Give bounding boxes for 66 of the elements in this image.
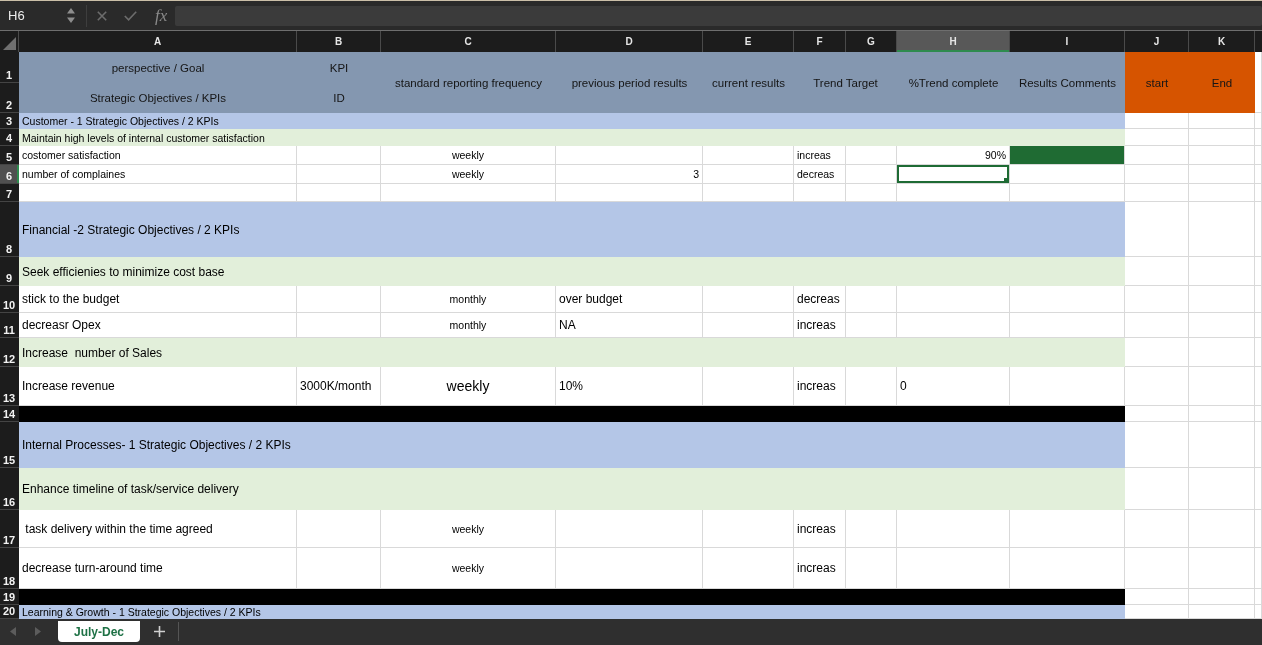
- table-cell: stick to the budget: [19, 286, 297, 313]
- row-header[interactable]: 15: [0, 422, 19, 468]
- row-header[interactable]: 9: [0, 257, 19, 286]
- name-box[interactable]: H6: [8, 8, 60, 23]
- section-heading: Customer - 1 Strategic Objectives / 2 KPIs: [19, 113, 1125, 129]
- row-header[interactable]: 13: [0, 367, 19, 406]
- header-cell: KPI: [297, 52, 381, 83]
- row-header[interactable]: 11: [0, 313, 19, 338]
- row-header[interactable]: 7: [0, 184, 19, 202]
- objective-heading: Enhance timeline of task/service delivery: [19, 468, 1125, 510]
- row-header[interactable]: 2: [0, 83, 19, 113]
- row-header[interactable]: 6: [0, 165, 19, 184]
- objective-heading: Seek efficienies to minimize cost base: [19, 257, 1125, 286]
- table-cell: decreas: [794, 286, 846, 313]
- table-cell: increas: [794, 146, 846, 165]
- header-cell: ID: [297, 83, 381, 113]
- row-header[interactable]: 8: [0, 202, 19, 257]
- header-cell: current results: [703, 52, 794, 113]
- plus-icon[interactable]: [154, 626, 166, 637]
- table-cell: costomer satisfaction: [19, 146, 297, 165]
- row-header[interactable]: 19: [0, 589, 19, 605]
- table-cell: monthly: [381, 286, 556, 313]
- check-icon[interactable]: [124, 10, 137, 21]
- table-cell: increas: [794, 510, 846, 548]
- header-cell: %Trend complete: [897, 52, 1010, 113]
- row-header[interactable]: 18: [0, 548, 19, 589]
- section-heading: Internal Processes- 1 Strategic Objectives / 2 KPIs: [19, 422, 1125, 468]
- cross-icon[interactable]: [97, 10, 107, 21]
- table-cell: weekly: [381, 510, 556, 548]
- row-header[interactable]: 12: [0, 338, 19, 367]
- row-header[interactable]: 17: [0, 510, 19, 548]
- triangle-right-icon[interactable]: [35, 627, 41, 636]
- corner-triangle-icon[interactable]: [3, 37, 16, 50]
- table-cell: task delivery within the time agreed: [19, 510, 297, 548]
- header-cell: previous period results: [556, 52, 703, 113]
- row-header[interactable]: 10: [0, 286, 19, 313]
- header-cell: End: [1189, 52, 1255, 113]
- section-heading: Learning & Growth - 1 Strategic Objectives / 2 KPIs: [19, 605, 1125, 619]
- table-cell: number of complaines: [19, 165, 297, 184]
- header-cell: Results Comments: [1010, 52, 1125, 113]
- insert-function-button[interactable]: fx: [153, 7, 170, 24]
- table-cell: decreas: [794, 165, 846, 184]
- header-cell: perspective / Goal: [19, 52, 297, 83]
- up-down-arrows-icon[interactable]: [67, 8, 75, 23]
- triangle-left-icon[interactable]: [10, 627, 16, 636]
- table-cell: weekly: [381, 165, 556, 184]
- column-header[interactable]: H: [897, 31, 1010, 52]
- selected-cell[interactable]: [897, 165, 1010, 184]
- header-cell: standard reporting frequency: [381, 52, 556, 113]
- header-cell: Trend Target: [794, 52, 897, 113]
- row-header[interactable]: 5: [0, 146, 19, 165]
- section-heading: Financial -2 Strategic Objectives / 2 KPIs: [19, 202, 1125, 257]
- objective-heading: Increase number of Sales: [19, 338, 1125, 367]
- sheet-tab[interactable]: July-Dec: [58, 621, 141, 642]
- row-header[interactable]: 14: [0, 406, 19, 422]
- objective-heading: Maintain high levels of internal customer satisfaction: [19, 129, 1125, 146]
- row-header[interactable]: 1: [0, 52, 19, 83]
- header-cell: Strategic Objectives / KPIs: [19, 83, 297, 113]
- header-cell: start: [1125, 52, 1189, 113]
- row-header[interactable]: 16: [0, 468, 19, 510]
- table-cell: 3: [556, 165, 703, 184]
- row-header[interactable]: 4: [0, 129, 19, 146]
- table-cell: over budget: [556, 286, 703, 313]
- table-cell: weekly: [381, 146, 556, 165]
- row-header[interactable]: 20: [0, 605, 19, 619]
- row-header[interactable]: 3: [0, 113, 19, 129]
